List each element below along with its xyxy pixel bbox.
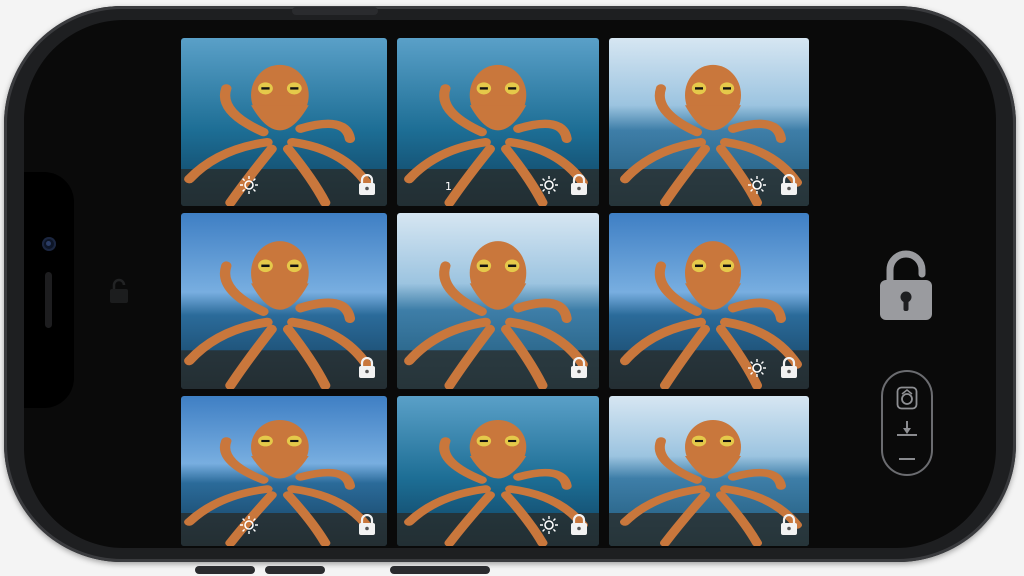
photo-grid: 1	[181, 38, 809, 546]
sun-icon	[540, 516, 558, 534]
sun-icon	[748, 176, 766, 194]
lock-icon[interactable]	[569, 357, 589, 379]
lock-icon[interactable]	[357, 514, 377, 536]
lock-icon[interactable]	[569, 174, 589, 196]
lock-icon[interactable]	[779, 514, 799, 536]
tile-badge-text: 1	[445, 180, 452, 193]
photo-tile[interactable]	[609, 396, 809, 546]
photo-tile[interactable]	[609, 38, 809, 206]
lock-icon[interactable]	[357, 174, 377, 196]
sun-icon	[540, 176, 558, 194]
sun-icon	[240, 516, 258, 534]
photo-tile[interactable]	[181, 213, 387, 389]
dash-indicator	[899, 458, 915, 460]
phone-frame: 1	[4, 6, 1016, 562]
photo-tile[interactable]	[181, 396, 387, 546]
side-button	[390, 566, 490, 574]
photo-tile[interactable]	[181, 38, 387, 206]
side-button	[265, 566, 325, 574]
photo-tile[interactable]	[397, 213, 599, 389]
slider-tick	[906, 421, 908, 428]
photo-tile[interactable]	[609, 213, 809, 389]
photo-tile[interactable]	[397, 396, 599, 546]
photo-tile[interactable]: 1	[397, 38, 599, 206]
side-button	[195, 566, 255, 574]
lock-icon[interactable]	[779, 357, 799, 379]
unlock-icon[interactable]	[878, 250, 934, 322]
exposure-slider-track[interactable]	[897, 434, 917, 436]
earpiece-speaker	[45, 272, 52, 328]
lock-icon	[110, 278, 128, 303]
lock-icon[interactable]	[569, 514, 589, 536]
camera-control-pill[interactable]	[881, 370, 933, 476]
camera-shutter-icon[interactable]	[896, 386, 918, 410]
front-camera-icon	[42, 237, 56, 251]
sun-icon	[748, 359, 766, 377]
lock-icon[interactable]	[357, 357, 377, 379]
lock-icon[interactable]	[779, 174, 799, 196]
volume-button	[292, 7, 378, 15]
sun-icon	[240, 176, 258, 194]
